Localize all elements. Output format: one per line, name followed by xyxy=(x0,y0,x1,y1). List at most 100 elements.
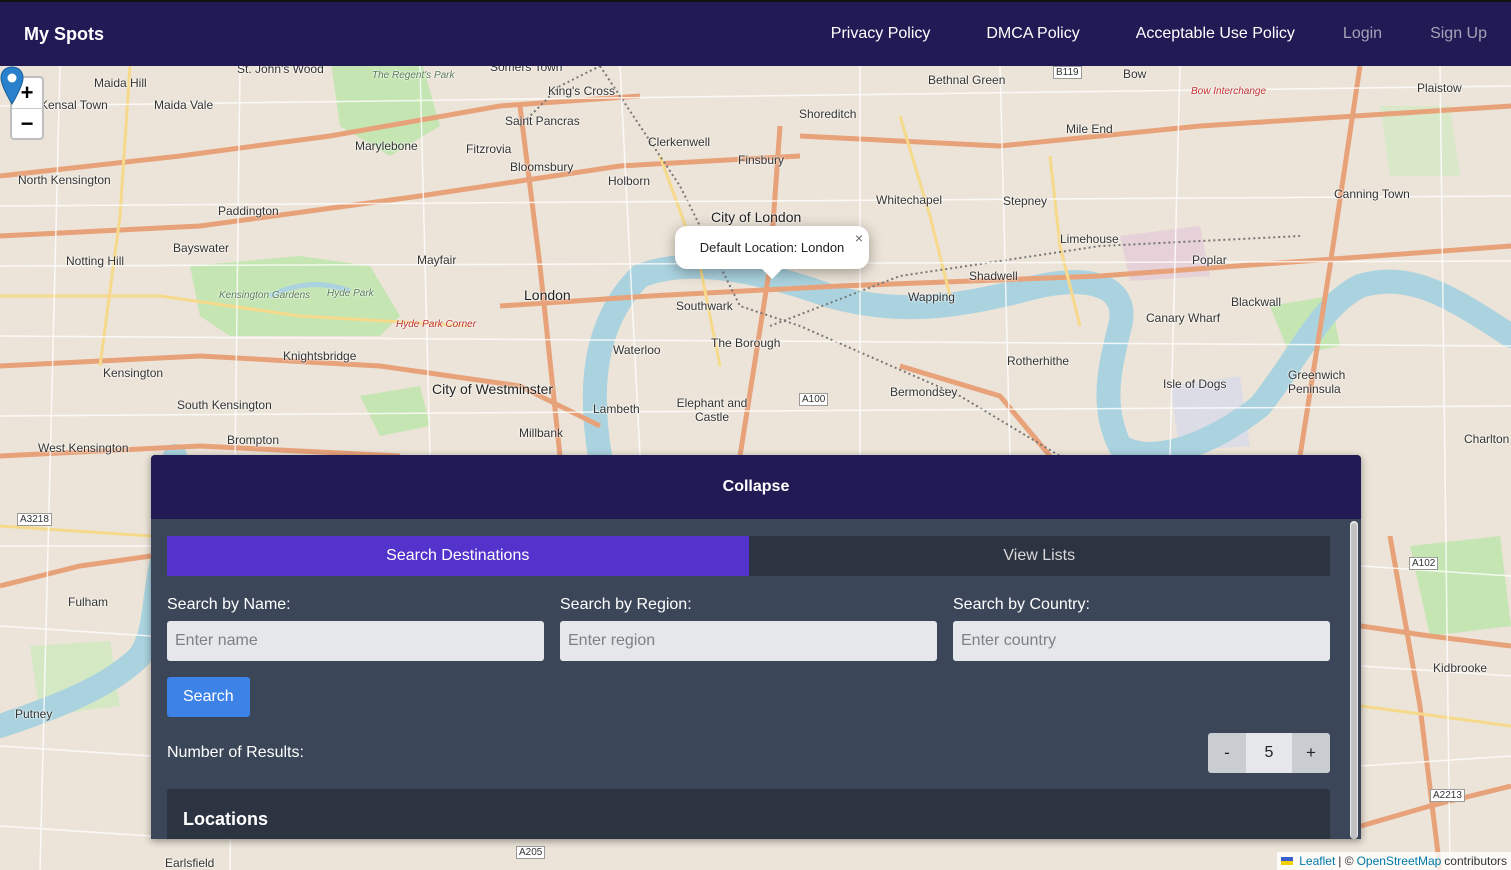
map-label: Clerkenwell xyxy=(648,135,711,149)
map-label: Canary Wharf xyxy=(1146,311,1221,325)
road-shield: A2213 xyxy=(1430,789,1465,802)
ukraine-flag-icon xyxy=(1281,857,1294,865)
map-label: South Kensington xyxy=(177,398,272,412)
road-shield: A102 xyxy=(1409,557,1439,570)
tab-view-lists[interactable]: View Lists xyxy=(748,536,1330,576)
map-label: Saint Pancras xyxy=(505,114,580,128)
panel-body: Search Destinations View Lists Search by… xyxy=(167,536,1330,839)
results-row: Number of Results: - 5 + xyxy=(167,733,1330,773)
map-label: Limehouse xyxy=(1060,232,1119,246)
map-label: City of Westminster xyxy=(432,381,554,397)
map-label: Bloomsbury xyxy=(510,160,574,174)
leaflet-link[interactable]: Leaflet xyxy=(1299,854,1335,868)
map-label: Notting Hill xyxy=(66,254,125,268)
search-panel: Collapse Search Destinations View Lists … xyxy=(151,455,1361,839)
results-count-value: 5 xyxy=(1246,733,1292,773)
panel-scrollbar[interactable] xyxy=(1350,521,1358,839)
region-field-label: Search by Region: xyxy=(560,596,692,613)
map-label-junction: Bow Interchange xyxy=(1191,86,1267,97)
map-label: Charlton xyxy=(1464,432,1510,446)
map-label: West Kensington xyxy=(38,441,129,455)
locations-heading: Locations xyxy=(183,809,269,829)
map-label: King's Cross xyxy=(548,84,615,98)
map-label: Greenwich Peninsula xyxy=(1288,368,1346,396)
map-label: Mile End xyxy=(1066,122,1113,136)
map-label: Wapping xyxy=(908,290,955,304)
map-label-park: Kensington Gardens xyxy=(219,290,311,301)
road-shield: A3218 xyxy=(17,513,52,526)
map-popup: Default Location: London × xyxy=(675,226,869,279)
panel-tabs: Search Destinations View Lists xyxy=(167,536,1330,576)
name-input[interactable] xyxy=(167,621,544,661)
scrollbar-thumb[interactable] xyxy=(1351,523,1357,839)
map-label: Holborn xyxy=(608,174,651,188)
map-label: Whitechapel xyxy=(876,193,943,207)
map-label: City of London xyxy=(711,209,802,225)
road-shield: A100 xyxy=(799,393,829,406)
map-label: Mayfair xyxy=(417,253,457,267)
map-label: The Borough xyxy=(711,336,781,350)
map-label: Finsbury xyxy=(738,153,785,167)
zoom-out-button[interactable]: − xyxy=(12,108,42,138)
map-label: Paddington xyxy=(218,204,279,218)
nav-link-login[interactable]: Login xyxy=(1343,25,1382,43)
map-label: Somers Town xyxy=(490,66,563,74)
map-label: Knightsbridge xyxy=(283,349,357,363)
map-label: Waterloo xyxy=(613,343,661,357)
map-label: Shadwell xyxy=(969,269,1018,283)
map-label: Bayswater xyxy=(173,241,230,255)
map-label: Shoreditch xyxy=(799,107,857,121)
nav-link-acceptable-use-policy[interactable]: Acceptable Use Policy xyxy=(1136,25,1295,43)
map-marker-icon[interactable] xyxy=(0,66,24,106)
map-label: Marylebone xyxy=(355,139,418,153)
map-label: St. John's Wood xyxy=(237,66,324,76)
map-label: Maida Hill xyxy=(94,76,147,90)
country-input[interactable] xyxy=(953,621,1330,661)
map-label: Maida Vale xyxy=(154,98,214,112)
popup-text: Default Location: London xyxy=(699,240,845,255)
map-label: Putney xyxy=(15,707,53,721)
map-label: Elephant and Castle xyxy=(676,396,748,424)
map-label: Bermondsey xyxy=(890,385,958,399)
decrement-button[interactable]: - xyxy=(1208,733,1246,773)
locations-section: Locations xyxy=(167,789,1330,839)
brand-logo[interactable]: My Spots xyxy=(24,24,104,45)
results-stepper: - 5 + xyxy=(1208,733,1330,773)
map-label: Stepney xyxy=(1003,194,1048,208)
search-button[interactable]: Search xyxy=(167,677,250,717)
road-shield: B119 xyxy=(1053,66,1082,79)
map-label: Bethnal Green xyxy=(928,73,1006,87)
map-label: Canning Town xyxy=(1334,187,1410,201)
region-input[interactable] xyxy=(560,621,937,661)
map-label: Southwark xyxy=(676,299,733,313)
search-fields: Search by Name: Search by Region: Search… xyxy=(167,596,1330,661)
map-label: Kensington xyxy=(103,366,164,380)
navbar: My Spots Privacy Policy DMCA Policy Acce… xyxy=(0,0,1511,66)
map-label: Plaistow xyxy=(1417,81,1462,95)
map-label-junction: Hyde Park Corner xyxy=(396,319,477,330)
map-label: Isle of Dogs xyxy=(1163,377,1227,391)
map-label: Bow xyxy=(1123,67,1147,81)
nav-link-signup[interactable]: Sign Up xyxy=(1430,25,1487,43)
map-label: Rotherhithe xyxy=(1007,354,1070,368)
country-field-group: Search by Country: xyxy=(953,596,1330,661)
map-label: North Kensington xyxy=(18,173,111,187)
map-label: Earlsfield xyxy=(165,856,215,870)
map-label: Millbank xyxy=(519,426,564,440)
nav-link-dmca-policy[interactable]: DMCA Policy xyxy=(986,25,1079,43)
nav-link-privacy-policy[interactable]: Privacy Policy xyxy=(831,25,931,43)
nav-links: Privacy Policy DMCA Policy Acceptable Us… xyxy=(775,25,1487,43)
map-label: Blackwall xyxy=(1231,295,1282,309)
map-label-park: The Regent's Park xyxy=(372,70,455,81)
map-label: Fulham xyxy=(68,595,109,609)
popup-close-icon[interactable]: × xyxy=(855,230,863,246)
attribution-suffix: contributors xyxy=(1444,854,1507,868)
country-field-label: Search by Country: xyxy=(953,596,1090,613)
increment-button[interactable]: + xyxy=(1292,733,1330,773)
results-count-label: Number of Results: xyxy=(167,744,304,761)
tab-search-destinations[interactable]: Search Destinations xyxy=(167,536,749,576)
collapse-button[interactable]: Collapse xyxy=(151,455,1361,519)
openstreetmap-link[interactable]: OpenStreetMap xyxy=(1357,854,1442,868)
map-label: Kensal Town xyxy=(40,98,108,112)
road-shield: A205 xyxy=(516,846,546,859)
